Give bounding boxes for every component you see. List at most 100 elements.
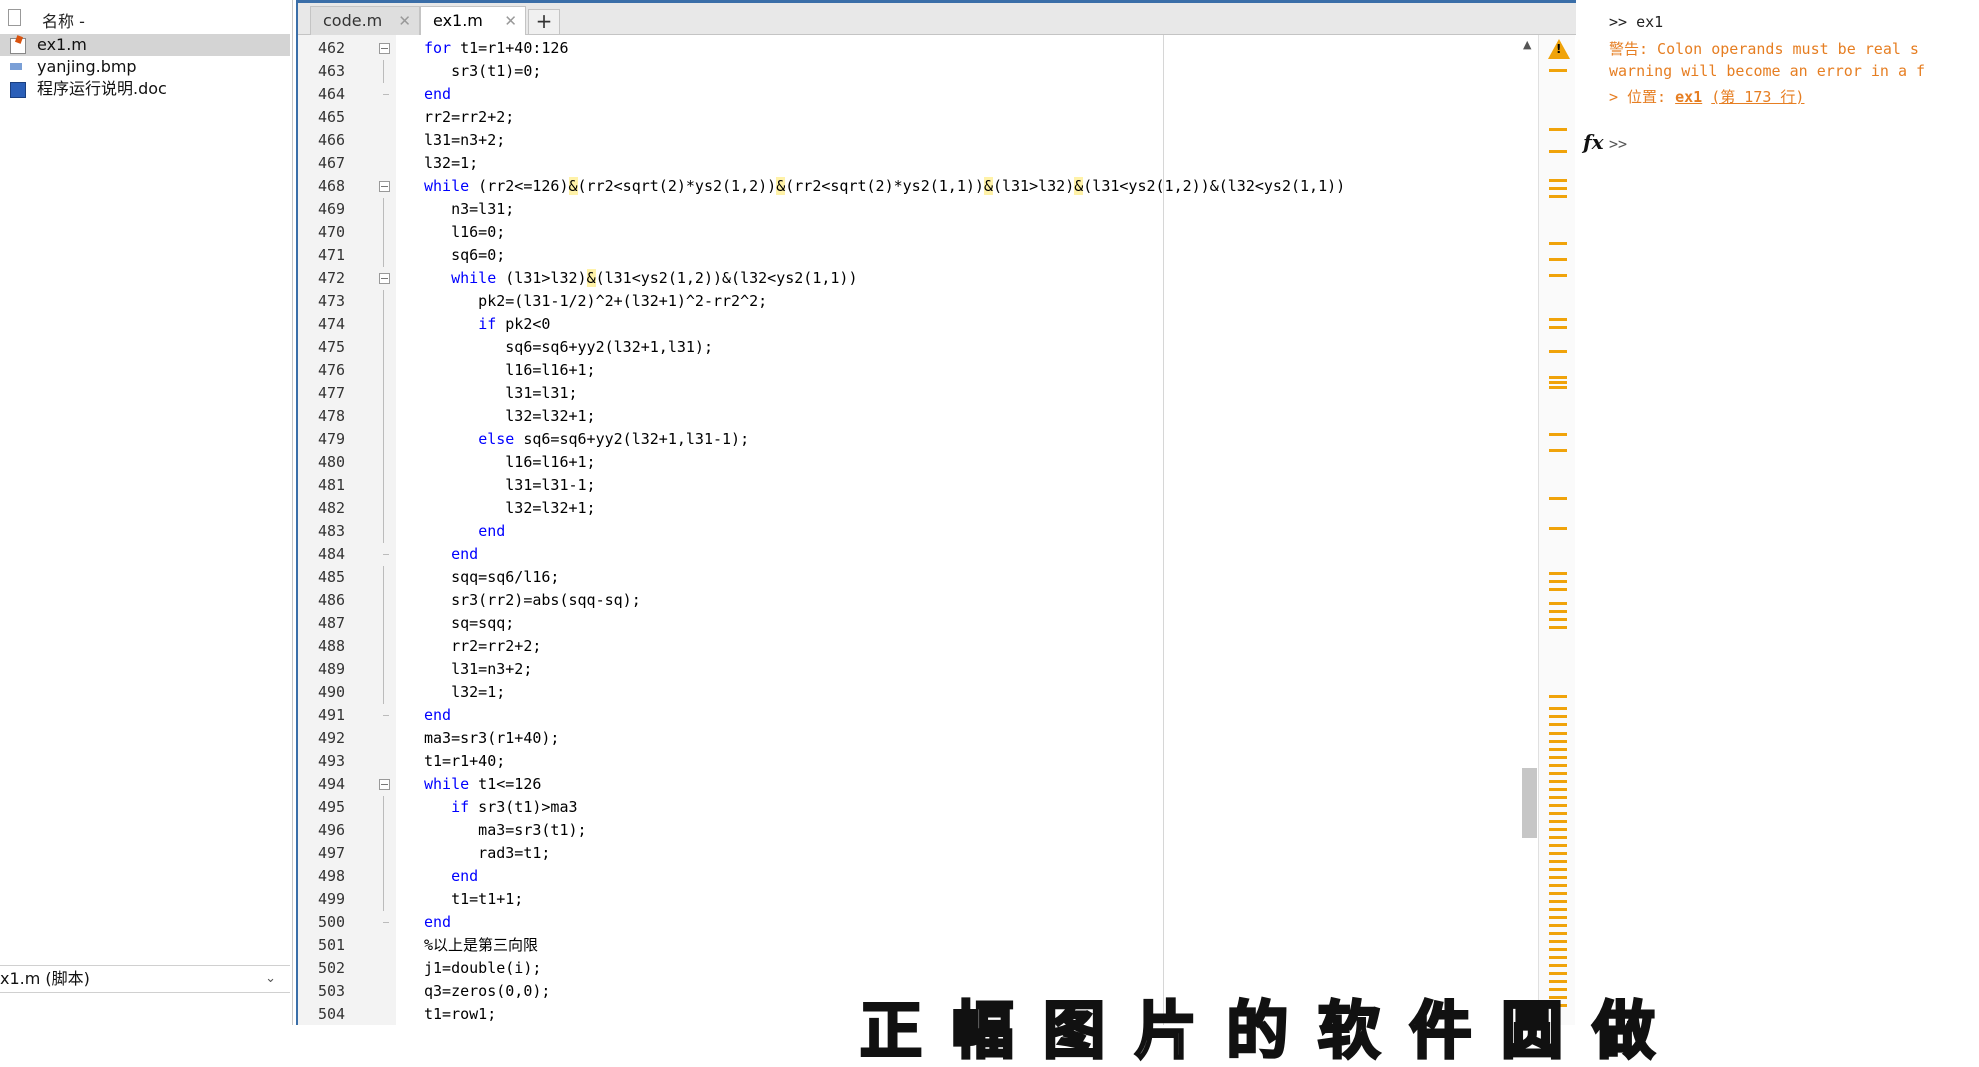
- warning-icon[interactable]: [1548, 39, 1570, 59]
- warning-marker[interactable]: [1549, 956, 1567, 959]
- warning-marker[interactable]: [1549, 972, 1567, 975]
- warning-marker[interactable]: [1549, 381, 1567, 384]
- file-item-instructions-doc[interactable]: 程序运行说明.doc: [0, 78, 292, 100]
- warning-marker[interactable]: [1549, 318, 1567, 321]
- warning-marker[interactable]: [1549, 732, 1567, 735]
- warning-marker[interactable]: [1549, 756, 1567, 759]
- warning-marker[interactable]: [1549, 626, 1567, 629]
- code-line: 479 else sq6=sq6+yy2(l32+1,l31-1);: [298, 428, 1538, 451]
- code-area[interactable]: 462 for t1=r1+40:126 463 sr3(t1)=0; 464 en…: [298, 35, 1538, 1025]
- warning-marker[interactable]: [1549, 860, 1567, 863]
- warning-marker[interactable]: [1549, 908, 1567, 911]
- close-icon[interactable]: ✕: [398, 7, 411, 35]
- close-icon[interactable]: ✕: [504, 7, 517, 35]
- warning-marker[interactable]: [1549, 69, 1567, 72]
- warning-marker[interactable]: [1549, 433, 1567, 436]
- warning-marker[interactable]: [1549, 804, 1567, 807]
- warning-marker[interactable]: [1549, 497, 1567, 500]
- warning-marker[interactable]: [1549, 940, 1567, 943]
- warning-line-link[interactable]: (第 173 行): [1711, 88, 1804, 106]
- fold-toggle-icon[interactable]: [379, 43, 390, 54]
- warning-marker[interactable]: [1549, 350, 1567, 353]
- warning-marker[interactable]: [1549, 924, 1567, 927]
- code-line: 496 ma3=sr3(t1);: [298, 819, 1538, 842]
- chevron-down-icon[interactable]: ⌄: [265, 966, 276, 992]
- vertical-scrollbar[interactable]: [1520, 35, 1538, 1025]
- scrollbar-thumb[interactable]: [1522, 768, 1537, 838]
- warning-marker[interactable]: [1549, 900, 1567, 903]
- code-line: 499 t1=t1+1;: [298, 888, 1538, 911]
- warning-marker[interactable]: [1549, 868, 1567, 871]
- warning-marker[interactable]: [1549, 274, 1567, 277]
- warning-marker[interactable]: [1549, 788, 1567, 791]
- name-column-label: 名称 -: [42, 12, 85, 31]
- warning-marker[interactable]: [1549, 707, 1567, 710]
- code-line: 482 l32=l32+1;: [298, 497, 1538, 520]
- warning-marker[interactable]: [1549, 610, 1567, 613]
- warning-marker[interactable]: [1549, 820, 1567, 823]
- function-browser-icon[interactable]: fx: [1583, 130, 1604, 154]
- tab-ex1-m[interactable]: ex1.m ✕: [420, 6, 526, 35]
- warning-marker[interactable]: [1549, 150, 1567, 153]
- file-item-ex1[interactable]: ex1.m: [0, 34, 290, 56]
- warning-marker[interactable]: [1549, 723, 1567, 726]
- warning-marker[interactable]: [1549, 326, 1567, 329]
- warning-marker[interactable]: [1549, 580, 1567, 583]
- name-column-header[interactable]: 名称 -: [0, 8, 292, 31]
- code-line: 473 pk2=(l31-1/2)^2+(l32+1)^2-rr2^2;: [298, 290, 1538, 313]
- warning-marker[interactable]: [1549, 964, 1567, 967]
- warning-marker[interactable]: [1549, 128, 1567, 131]
- warning-marker[interactable]: [1549, 179, 1567, 182]
- warning-marker[interactable]: [1549, 812, 1567, 815]
- fold-toggle-icon[interactable]: [379, 779, 390, 790]
- warning-marker[interactable]: [1549, 748, 1567, 751]
- code-line: 495 if sr3(t1)>ma3: [298, 796, 1538, 819]
- warning-marker[interactable]: [1549, 187, 1567, 190]
- warning-marker[interactable]: [1549, 242, 1567, 245]
- code-line: 468 while (rr2<=126)&(rr2<sqrt(2)*ys2(1,2…: [318, 177, 1346, 195]
- details-selector-label: x1.m (脚本): [0, 969, 90, 988]
- warning-marker[interactable]: [1549, 715, 1567, 718]
- details-selector[interactable]: x1.m (脚本) ⌄: [0, 965, 290, 993]
- warning-marker[interactable]: [1549, 695, 1567, 698]
- fold-toggle-icon[interactable]: [379, 273, 390, 284]
- warning-marker[interactable]: [1549, 618, 1567, 621]
- warning-marker[interactable]: [1549, 828, 1567, 831]
- warning-marker[interactable]: [1549, 195, 1567, 198]
- tab-code-m[interactable]: code.m ✕: [310, 6, 420, 35]
- file-item-yanjing[interactable]: yanjing.bmp: [0, 56, 292, 78]
- warning-marker[interactable]: [1549, 876, 1567, 879]
- warning-marker[interactable]: [1549, 980, 1567, 983]
- warning-marker[interactable]: [1549, 932, 1567, 935]
- add-tab-button[interactable]: +: [528, 9, 560, 35]
- warning-marker[interactable]: [1549, 796, 1567, 799]
- warning-marker[interactable]: [1549, 772, 1567, 775]
- warning-marker[interactable]: [1549, 449, 1567, 452]
- warning-marker[interactable]: [1549, 836, 1567, 839]
- warning-marker[interactable]: [1549, 376, 1567, 379]
- warning-marker[interactable]: [1549, 764, 1567, 767]
- code-line: 478 l32=l32+1;: [298, 405, 1538, 428]
- warning-marker[interactable]: [1549, 386, 1567, 389]
- command-window[interactable]: >> ex1 警告: Colon operands must be real s…: [1576, 0, 1979, 1025]
- warning-marker[interactable]: [1549, 916, 1567, 919]
- warning-marker[interactable]: [1549, 588, 1567, 591]
- warning-marker[interactable]: [1549, 844, 1567, 847]
- warning-marker[interactable]: [1549, 602, 1567, 605]
- warning-marker[interactable]: [1549, 988, 1567, 991]
- warning-marker[interactable]: [1549, 948, 1567, 951]
- warning-file-link[interactable]: ex1: [1675, 88, 1702, 106]
- code-line: 483 end: [298, 520, 1538, 543]
- scroll-up-icon[interactable]: ▲: [1523, 38, 1531, 51]
- editor-tab-bar: code.m ✕ ex1.m ✕ +: [298, 3, 1576, 35]
- warning-marker[interactable]: [1549, 852, 1567, 855]
- fold-toggle-icon[interactable]: [379, 181, 390, 192]
- warning-marker[interactable]: [1549, 527, 1567, 530]
- warning-marker[interactable]: [1549, 892, 1567, 895]
- warning-marker[interactable]: [1549, 884, 1567, 887]
- warning-marker[interactable]: [1549, 258, 1567, 261]
- warning-marker[interactable]: [1549, 780, 1567, 783]
- command-prompt[interactable]: >>: [1609, 135, 1627, 153]
- warning-marker[interactable]: [1549, 572, 1567, 575]
- warning-marker[interactable]: [1549, 740, 1567, 743]
